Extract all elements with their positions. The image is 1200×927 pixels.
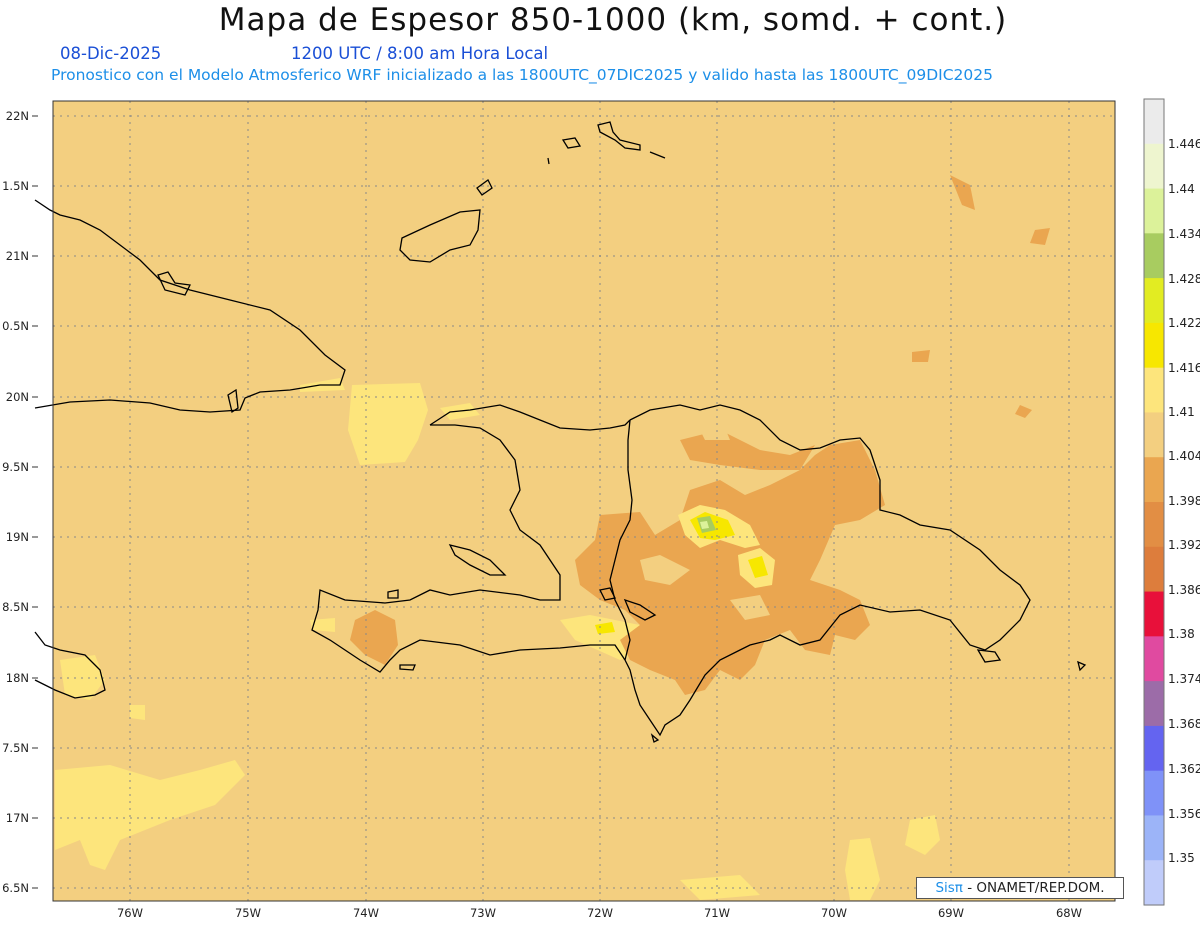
lat-label: 22N — [6, 109, 29, 123]
lat-label: 19N — [6, 530, 29, 544]
colorbar-label: 1.38 — [1168, 627, 1195, 641]
colorbar-swatch — [1144, 770, 1164, 817]
lon-label: 72W — [587, 906, 613, 920]
lon-label: 74W — [353, 906, 379, 920]
colorbar-swatch — [1144, 681, 1164, 727]
colorbar-label: 1.368 — [1168, 717, 1200, 731]
colorbar-label: 1.416 — [1168, 361, 1200, 375]
colorbar-label: 1.386 — [1168, 583, 1200, 597]
colorbar-swatch — [1144, 725, 1164, 772]
colorbar-label: 1.362 — [1168, 762, 1200, 776]
lat-label: 20N — [6, 390, 29, 404]
colorbar-swatch — [1144, 188, 1164, 234]
colorbar-swatch — [1144, 457, 1164, 503]
colorbar-label: 1.434 — [1168, 227, 1200, 241]
colorbar-swatch — [1144, 636, 1164, 682]
colorbar: 1.446 1.44 1.434 1.428 1.422 1.416 1.41 … — [1143, 98, 1200, 906]
colorbar-swatch — [1144, 278, 1164, 324]
colorbar-swatch — [1144, 591, 1164, 637]
thickness-map: 22N 1.5N 21N 0.5N 20N 9.5N 19N 8.5N 18N … — [2, 98, 1200, 920]
lat-label: 8.5N — [2, 600, 29, 614]
colorbar-swatch — [1144, 502, 1164, 548]
lat-label: 1.5N — [2, 179, 29, 193]
lat-label: 6.5N — [2, 881, 29, 895]
lon-label: 76W — [117, 906, 143, 920]
lat-label: 18N — [6, 671, 29, 685]
lat-label: 9.5N — [2, 460, 29, 474]
colorbar-label: 1.392 — [1168, 538, 1200, 552]
credit-box: Sisπ - ONAMET/REP.DOM. — [916, 877, 1124, 899]
colorbar-swatch — [1144, 99, 1164, 145]
lat-label: 17N — [6, 811, 29, 825]
colorbar-label: 1.35 — [1168, 851, 1195, 865]
colorbar-swatch — [1144, 322, 1164, 369]
credit-text: - ONAMET/REP.DOM. — [962, 880, 1105, 896]
colorbar-swatch — [1144, 367, 1164, 414]
lat-label: 0.5N — [2, 319, 29, 333]
colorbar-label: 1.374 — [1168, 672, 1200, 686]
lon-label: 71W — [704, 906, 730, 920]
lon-label: 75W — [235, 906, 261, 920]
lat-label: 7.5N — [2, 741, 29, 755]
colorbar-label: 1.356 — [1168, 807, 1200, 821]
lat-ticks — [32, 115, 38, 889]
sispi-logo: Sisπ — [935, 880, 963, 896]
colorbar-label: 1.428 — [1168, 272, 1200, 286]
colorbar-swatch — [1144, 412, 1164, 458]
colorbar-label: 1.44 — [1168, 182, 1195, 196]
colorbar-label: 1.404 — [1168, 449, 1200, 463]
lon-label: 73W — [470, 906, 496, 920]
colorbar-swatch — [1144, 143, 1164, 190]
colorbar-label: 1.41 — [1168, 405, 1195, 419]
colorbar-swatch — [1144, 860, 1164, 906]
colorbar-swatch — [1144, 233, 1164, 279]
lon-label: 70W — [821, 906, 847, 920]
colorbar-swatch — [1144, 815, 1164, 861]
colorbar-label: 1.398 — [1168, 494, 1200, 508]
colorbar-swatch — [1144, 546, 1164, 593]
lon-label: 68W — [1056, 906, 1082, 920]
colorbar-label: 1.446 — [1168, 137, 1200, 151]
lat-label: 21N — [6, 249, 29, 263]
lon-label: 69W — [938, 906, 964, 920]
colorbar-label: 1.422 — [1168, 316, 1200, 330]
